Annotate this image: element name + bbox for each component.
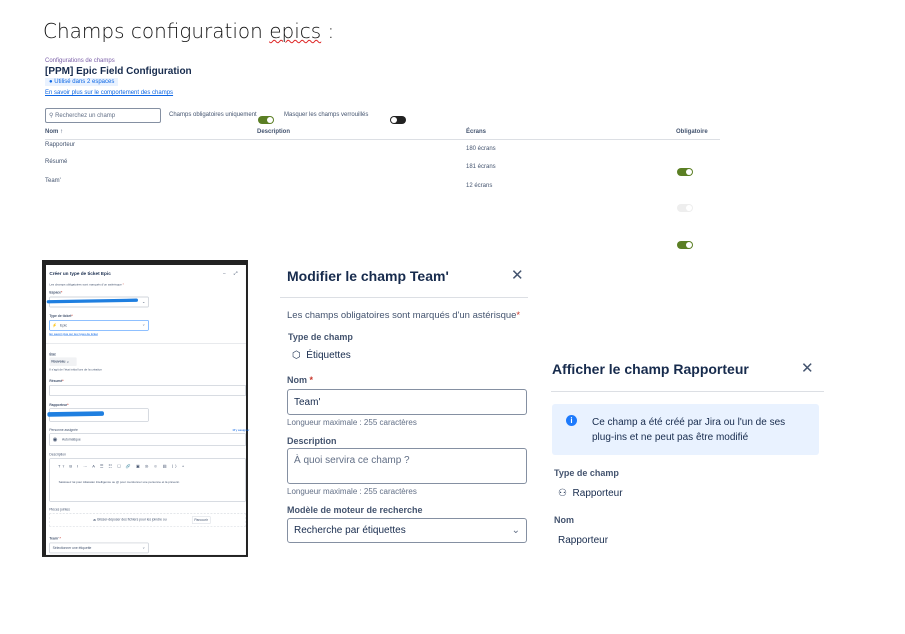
tag-icon: ⬡ [292,350,301,361]
required-only-label: Champs obligatoires uniquement [169,112,257,118]
screens-count[interactable]: 181 écrans [466,164,496,170]
field-type-value: ⚇ Rapporteur [558,488,623,499]
required-toggle-disabled [677,204,693,212]
info-icon: ● [49,79,53,85]
description-editor[interactable]: Tт B I ⋯ A ☰ ☷ ☐ 🔗 ▣ ◎ ☺ ▤ ⟨⟩ + Saisisse… [49,458,246,502]
assignee-label: Personne assignée [49,428,78,432]
expand-icon[interactable]: ⤢ [234,270,238,276]
required-toggle[interactable] [677,241,693,249]
summary-label: Résumé* [49,379,64,383]
field-type-label: Type de champ [288,332,353,342]
info-icon: i [566,415,577,426]
column-header-description: Description [257,129,291,135]
page-title: [PPM] Epic Field Configuration [45,66,192,77]
chevron-down-icon: ⌄ [141,544,146,550]
divider [45,343,246,344]
description-label: Description [49,452,67,457]
description-input[interactable]: À quoi servira ce champ ? [287,448,527,484]
info-text: Ce champ a été créé par Jira ou l'un de … [592,417,786,443]
divider [280,297,528,298]
reporter-label: Rapporteur* [49,403,69,407]
hide-locked-toggle[interactable] [390,116,407,124]
info-banner: i Ce champ a été créé par Jira ou l'un d… [552,404,819,455]
required-note: Les champs obligatoires sont marqués d'u… [287,310,521,321]
search-template-label: Modèle de moteur de recherche [287,505,423,515]
breadcrumb[interactable]: Configurations de champs [45,58,115,64]
field-name[interactable]: Résumé [45,159,67,165]
status-label: État [49,352,56,357]
field-name[interactable]: Rapporteur [45,142,75,148]
redaction-scribble [47,411,105,417]
sort-arrow-icon: ↑ [60,129,64,135]
panel-title: Modifier le champ Team' [287,268,449,284]
hide-locked-label: Masquer les champs verrouillés [284,112,369,118]
name-label: Nom * [287,375,314,385]
editor-toolbar[interactable]: Tт B I ⋯ A ☰ ☷ ☐ 🔗 ▣ ◎ ☺ ▤ ⟨⟩ + [58,464,186,469]
browse-button[interactable]: Parcourir [191,516,211,524]
required-toggle[interactable] [677,168,693,176]
issue-type-select[interactable]: ⚡ Epic ⌄ [49,319,149,331]
learn-more-link[interactable]: En savoir plus sur le comportement des c… [45,90,173,96]
name-hint: Longueur maximale : 255 caractères [287,418,417,427]
status-hint: Il s'agit de l'état initial lors de la c… [49,367,103,372]
field-type-label: Type de champ [554,468,619,478]
space-label: Espace* [49,290,63,295]
assignee-select[interactable]: ◉ Automatique [49,433,246,446]
screens-count[interactable]: 180 écrans [466,146,496,152]
close-icon[interactable]: ✕ [511,266,524,284]
team-label: Team' * [49,536,61,541]
attachment-dropzone[interactable]: ☁ Glisser-déposer des fichiers pour les … [49,513,246,527]
close-icon[interactable]: ✕ [801,359,814,377]
person-icon: ⚇ [558,488,567,499]
description-label: Description [287,436,337,446]
chevron-down-icon: ⌄ [141,321,146,327]
search-input[interactable]: ⚲ Recherchez un champ [45,108,161,123]
description-hint: Longueur maximale : 255 caractères [287,487,417,496]
document-title: Champs configuration epics : [43,19,335,43]
column-header-name[interactable]: Nom ↑ [45,129,63,135]
summary-input[interactable] [49,384,246,396]
avatar-icon: ◉ [52,436,58,443]
search-template-select[interactable]: Recherche par étiquettes ⌄ [287,518,527,543]
divider [551,391,824,392]
usage-badge: ● Utilisé dans 2 espaces [45,78,119,86]
column-header-required: Obligatoire [676,129,708,135]
issue-type-value: Epic [59,323,68,328]
field-name[interactable]: Team' [45,178,61,184]
screens-count[interactable]: 12 écrans [466,183,492,189]
name-value: Rapporteur [558,535,609,546]
create-epic-screenshot: Créer un type de ticket Epic – ⤢ Les cha… [42,260,250,557]
header-divider [45,139,720,140]
name-input[interactable]: Team' [287,389,527,415]
description-placeholder: Saisissez /ai pour Atlassian Intelligenc… [58,480,180,484]
search-icon: ⚲ [49,113,54,119]
issue-type-label: Type de ticket* [49,314,73,318]
epic-icon: ⚡ [51,322,57,328]
required-note: Les champs obligatoires sont marqués d'u… [49,282,124,286]
panel-title: Afficher le champ Rapporteur [552,361,749,377]
field-type-value: ⬡ Étiquettes [292,350,351,361]
assign-me-link[interactable]: M'y assigner [233,428,250,431]
column-header-screens: Écrans [466,129,487,135]
attachments-label: Pièces jointes [49,507,70,512]
issue-type-link[interactable]: En savoir plus sur les types de ticket [49,332,98,335]
drop-text: ☁ Glisser-déposer des fichiers pour les … [92,517,167,522]
team-select[interactable]: Sélectionner une étiquette ⌄ [49,542,149,554]
dialog-title: Créer un type de ticket Epic [49,270,111,276]
chevron-down-icon: ⌄ [511,525,520,536]
minimize-icon[interactable]: – [223,270,226,275]
status-button[interactable]: Nouveau ⌄ [49,357,77,366]
name-label: Nom [554,515,574,525]
required-only-toggle[interactable] [258,116,274,124]
chevron-down-icon: ⌄ [141,299,146,304]
